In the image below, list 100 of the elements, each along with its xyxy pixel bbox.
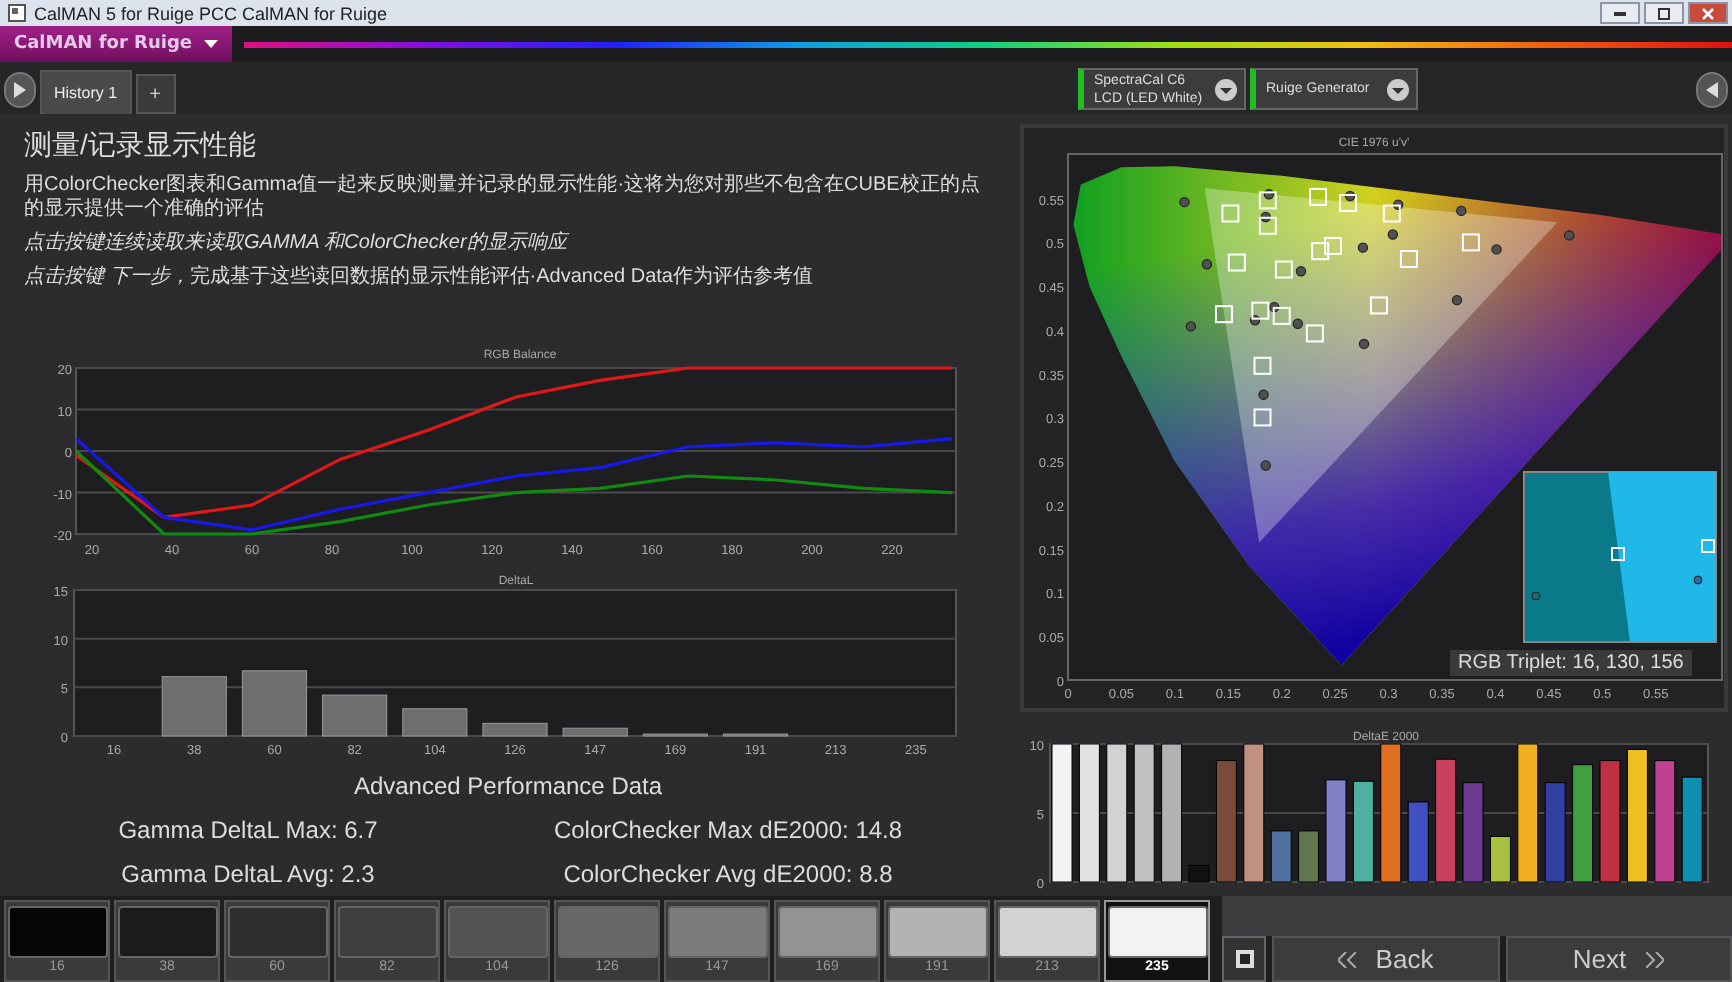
minimize-icon: [1614, 11, 1626, 15]
bar: [161, 676, 227, 737]
bar: [1599, 760, 1621, 883]
dropdown-icon: [1214, 77, 1238, 101]
bar: [1298, 830, 1320, 883]
target-point: [1369, 296, 1388, 315]
measured-point: [1263, 189, 1275, 200]
bar: [1407, 801, 1429, 883]
measured-point: [1179, 196, 1190, 208]
brand-menu-button[interactable]: CalMAN for Ruige: [0, 26, 232, 62]
measured-point: [1357, 242, 1369, 253]
target-point: [1305, 324, 1324, 343]
page-heading: 测量/记录显示性能: [24, 128, 258, 164]
tooltip-label: RGB Triplet: 16, 130, 156: [1450, 650, 1692, 676]
bar: [1572, 764, 1594, 883]
bar: [1435, 758, 1457, 883]
add-tab-button[interactable]: +: [135, 74, 176, 114]
left-triangle-icon: [1706, 82, 1718, 98]
measured-point: [1387, 229, 1399, 240]
stat-text: Gamma DeltaL Avg: 2.3: [119, 860, 377, 888]
play-icon: [14, 82, 26, 98]
close-icon: [1702, 7, 1714, 19]
bar: [1462, 782, 1484, 883]
bar: [1106, 743, 1128, 883]
bar: [1270, 830, 1292, 883]
stat-text: ColorChecker Avg dE2000: 8.8: [561, 860, 895, 888]
target-point: [1253, 356, 1272, 375]
stop-button[interactable]: [1222, 936, 1266, 982]
measured-point: [1344, 190, 1356, 202]
target-point: [1274, 260, 1293, 279]
bar: [1489, 835, 1511, 883]
target-point: [1311, 242, 1330, 261]
play-button[interactable]: [4, 72, 36, 108]
bar: [1078, 743, 1100, 883]
measured-point: [1258, 389, 1269, 400]
bar: [1161, 743, 1183, 883]
target-point: [1399, 250, 1418, 268]
measured-point: [1269, 301, 1280, 313]
measured-point: [1249, 315, 1261, 326]
stat-text: Gamma DeltaL Max: 6.7: [116, 816, 380, 844]
measured-point: [1260, 460, 1271, 471]
restore-button[interactable]: [1644, 2, 1684, 24]
window-title: CalMAN 5 for Ruige PCC CalMAN for Ruige: [34, 3, 388, 23]
bar: [1544, 782, 1566, 883]
app-icon: [8, 4, 26, 22]
bar: [322, 694, 388, 737]
caret-icon: [204, 39, 218, 49]
target-point: [1382, 204, 1401, 223]
close-button[interactable]: [1688, 2, 1728, 24]
dropdown-icon: [1386, 77, 1410, 101]
bar: [402, 708, 468, 737]
bar: [1133, 743, 1155, 883]
double-chevron-right-icon: [1646, 951, 1665, 967]
instruction-text: 点击按键连续读取来读取GAMMA 和ColorChecker的显示响应: [24, 232, 567, 254]
measured-point: [1393, 199, 1404, 210]
bar: [562, 727, 628, 737]
section-title: Advanced Performance Data: [351, 772, 663, 800]
collapse-button[interactable]: [1696, 72, 1728, 108]
measured-point: [1358, 338, 1370, 350]
double-chevron-left-icon: [1337, 951, 1356, 967]
target-point: [1324, 236, 1342, 255]
measured-point: [1185, 321, 1197, 332]
bar: [1243, 743, 1265, 883]
bar: [1215, 760, 1237, 883]
stop-icon: [1235, 950, 1253, 968]
target-point: [1258, 191, 1277, 210]
measured-point: [1201, 259, 1213, 270]
bar: [241, 670, 308, 737]
measured-point: [1456, 205, 1467, 217]
instruction-text: 用ColorChecker图表和Gamma值一起来反映测量并记录的显示性能·这将为您对那些不包含在CUBE校正的点的显示提供一个准确的评估: [24, 174, 980, 220]
target-point: [1253, 408, 1272, 427]
bar: [1352, 780, 1374, 883]
bar: [482, 722, 548, 737]
measured-point: [1260, 211, 1271, 223]
bar: [1626, 749, 1648, 883]
measured-point: [1491, 244, 1502, 255]
target-point: [1309, 187, 1328, 206]
target-point: [1221, 204, 1240, 223]
next-button[interactable]: Next: [1505, 936, 1732, 982]
restore-icon: [1658, 7, 1670, 19]
minimize-button[interactable]: [1600, 2, 1640, 24]
target-point: [1339, 194, 1357, 212]
measured-point: [1564, 230, 1575, 241]
bar: [1325, 779, 1347, 883]
back-button[interactable]: Back: [1272, 936, 1499, 982]
history-tab[interactable]: History 1: [40, 70, 132, 114]
measured-point: [1295, 266, 1307, 277]
target-point: [1251, 301, 1270, 320]
bar: [1380, 743, 1402, 883]
target-point: [1227, 253, 1246, 272]
bar: [1654, 760, 1676, 883]
instruction-text: 点击按键 下一步，: [24, 266, 190, 288]
bar: [1681, 776, 1703, 883]
target-point: [1272, 306, 1291, 325]
measured-point: [1292, 318, 1303, 329]
target-point: [1258, 216, 1277, 235]
stat-text: ColorChecker Max dE2000: 14.8: [551, 816, 905, 844]
instruction-text: 完成基于这些读回数据的显示性能评估·Advanced Data作为评估参考值: [189, 266, 813, 288]
bar: [1051, 743, 1073, 883]
bar: [1188, 864, 1210, 883]
